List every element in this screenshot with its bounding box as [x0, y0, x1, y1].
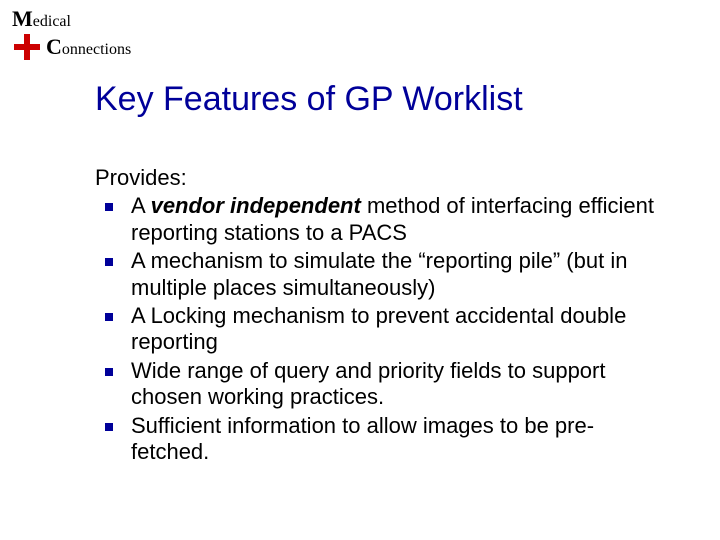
bullet-text: Sufficient information to allow images t… [131, 413, 594, 464]
bullet-text: A mechanism to simulate the “reporting p… [131, 248, 627, 299]
logo-word-medical: Medical [12, 6, 190, 32]
logo-cap-m: M [12, 6, 33, 31]
bullet-text-prefix: A [131, 193, 151, 218]
logo-cap-c: C [46, 34, 62, 59]
slide-title: Key Features of GP Worklist [95, 80, 660, 119]
slide: Medical Connections Key Features of GP W… [0, 0, 720, 540]
list-item: A vendor independent method of interfaci… [95, 193, 660, 246]
lead-text: Provides: [95, 165, 660, 191]
logo-rest-connections: onnections [62, 41, 131, 58]
bullet-text: Wide range of query and priority fields … [131, 358, 605, 409]
logo-rest-medical: edical [33, 13, 71, 30]
list-item: Wide range of query and priority fields … [95, 358, 660, 411]
list-item: Sufficient information to allow images t… [95, 413, 660, 466]
list-item: A Locking mechanism to prevent accidenta… [95, 303, 660, 356]
cross-icon [14, 34, 40, 60]
bullet-text-emph: vendor independent [151, 193, 361, 218]
logo: Medical Connections [10, 6, 190, 60]
bullet-text: A Locking mechanism to prevent accidenta… [131, 303, 626, 354]
bullet-list: A vendor independent method of interfaci… [95, 193, 660, 465]
logo-word-connections: Connections [46, 34, 131, 60]
logo-row-2: Connections [10, 34, 190, 60]
slide-body: Provides: A vendor independent method of… [95, 165, 660, 467]
list-item: A mechanism to simulate the “reporting p… [95, 248, 660, 301]
